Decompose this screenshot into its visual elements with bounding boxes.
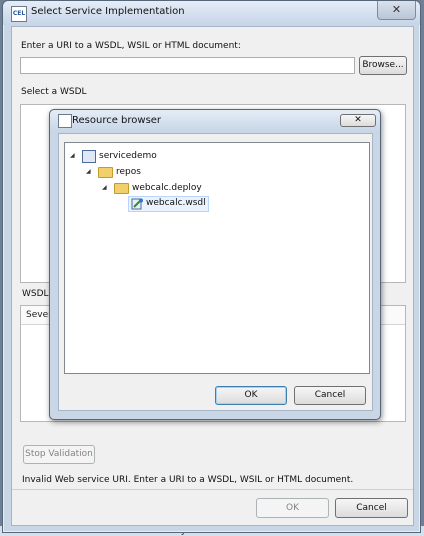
tree-node-webcalc-wsdl[interactable]: webcalc.wsdl [128,196,209,212]
cancel-button[interactable]: Cancel [335,498,408,518]
uri-label: Enter a URI to a WSDL, WSIL or HTML docu… [21,41,241,51]
validation-label: WSDL [22,289,49,299]
tree-node-label: repos [116,167,141,177]
resource-cancel-button[interactable]: Cancel [294,386,366,405]
stop-validation-button[interactable]: Stop Validation [23,445,95,464]
tree-node-label: servicedemo [99,151,157,161]
close-button[interactable]: ✕ [377,1,416,20]
resource-browser-client-area: ◢ servicedemo ◢ repos ◢ webcalc.deploy w… [58,133,373,411]
resource-browser-title: Resource browser [72,115,162,126]
select-wsdl-label: Select a WSDL [21,87,87,97]
tree-node-label: webcalc.deploy [132,183,202,193]
resource-browser-title-bar: Resource browser ✕ [50,110,380,132]
tree-node-servicedemo[interactable]: ◢ servicedemo [65,149,265,163]
project-icon [82,150,96,163]
folder-open-icon [98,167,113,178]
resource-tree[interactable]: ◢ servicedemo ◢ repos ◢ webcalc.deploy w… [64,142,370,374]
browse-button[interactable]: Browse... [359,56,407,75]
resource-browser-dialog: Resource browser ✕ ◢ servicedemo ◢ repos… [49,109,381,420]
separator [12,489,413,490]
resource-browser-icon [58,114,72,128]
severity-column-header[interactable]: Sever [26,310,52,320]
uri-input[interactable] [20,57,355,74]
status-message: Invalid Web service URI. Enter a URI to … [22,475,354,485]
app-icon: CEL [11,6,27,22]
collapse-arrow-icon[interactable]: ◢ [70,152,75,159]
tree-node-webcalc-deploy[interactable]: ◢ webcalc.deploy [65,181,265,195]
ok-button[interactable]: OK [256,498,329,518]
collapse-arrow-icon[interactable]: ◢ [102,184,107,191]
tree-node-repos[interactable]: ◢ repos [65,165,265,179]
dialog-title: Select Service Implementation [31,6,185,17]
folder-open-icon [114,183,129,194]
wsdl-file-icon [131,198,143,210]
collapse-arrow-icon[interactable]: ◢ [86,168,91,175]
resource-ok-button[interactable]: OK [215,386,287,405]
dialog-title-bar: CEL Select Service Implementation ✕ [3,1,420,25]
resource-browser-close-button[interactable]: ✕ [340,114,376,127]
tree-node-label: webcalc.wsdl [146,198,206,208]
